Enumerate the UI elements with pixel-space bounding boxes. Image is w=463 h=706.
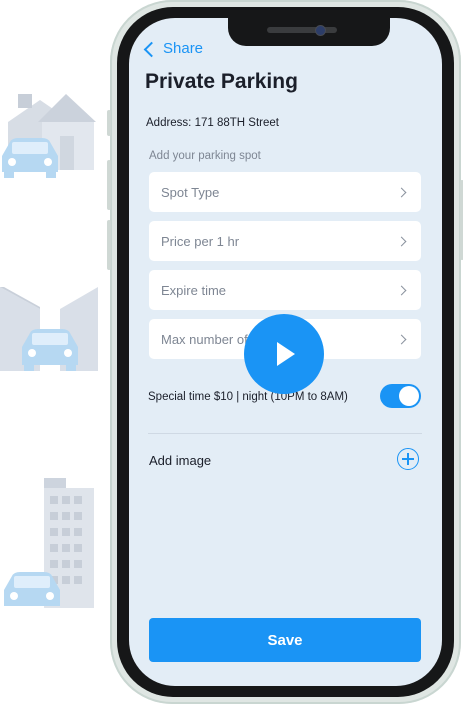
field-label: Price per 1 hr — [161, 233, 240, 249]
add-image-label: Add image — [149, 453, 212, 468]
gate-car-illustration — [0, 287, 98, 371]
field-label: Expire time — [161, 282, 227, 298]
house-car-illustration — [2, 94, 96, 178]
play-icon — [277, 342, 295, 366]
save-button[interactable]: Save — [149, 618, 421, 662]
speaker — [267, 27, 337, 33]
toggle-knob — [399, 386, 419, 406]
divider — [148, 433, 422, 434]
chevron-right-icon — [396, 285, 407, 295]
notch — [228, 18, 390, 46]
field-label: Spot Type — [161, 184, 220, 200]
plus-circle-icon[interactable] — [397, 448, 419, 470]
building-car-illustration — [4, 478, 94, 608]
chevron-right-icon — [396, 236, 407, 246]
page-title: Private Parking — [145, 70, 298, 93]
section-label: Add your parking spot — [149, 150, 261, 162]
back-label: Share — [163, 40, 204, 57]
chevron-left-icon — [143, 41, 160, 57]
spot-type-field[interactable]: Spot Type — [149, 172, 421, 212]
address-text: Address: 171 88TH Street — [146, 117, 279, 129]
price-per-hour-field[interactable]: Price per 1 hr — [149, 221, 421, 261]
chevron-right-icon — [396, 334, 407, 344]
special-time-label: Special time $10 | night (10PM to 8AM) — [148, 391, 348, 403]
camera-icon — [315, 25, 326, 36]
back-button[interactable]: Share — [143, 40, 204, 57]
play-button[interactable] — [244, 314, 324, 394]
special-time-toggle[interactable] — [380, 384, 421, 408]
field-label: Max number of — [161, 331, 248, 347]
chevron-right-icon — [396, 187, 407, 197]
expire-time-field[interactable]: Expire time — [149, 270, 421, 310]
